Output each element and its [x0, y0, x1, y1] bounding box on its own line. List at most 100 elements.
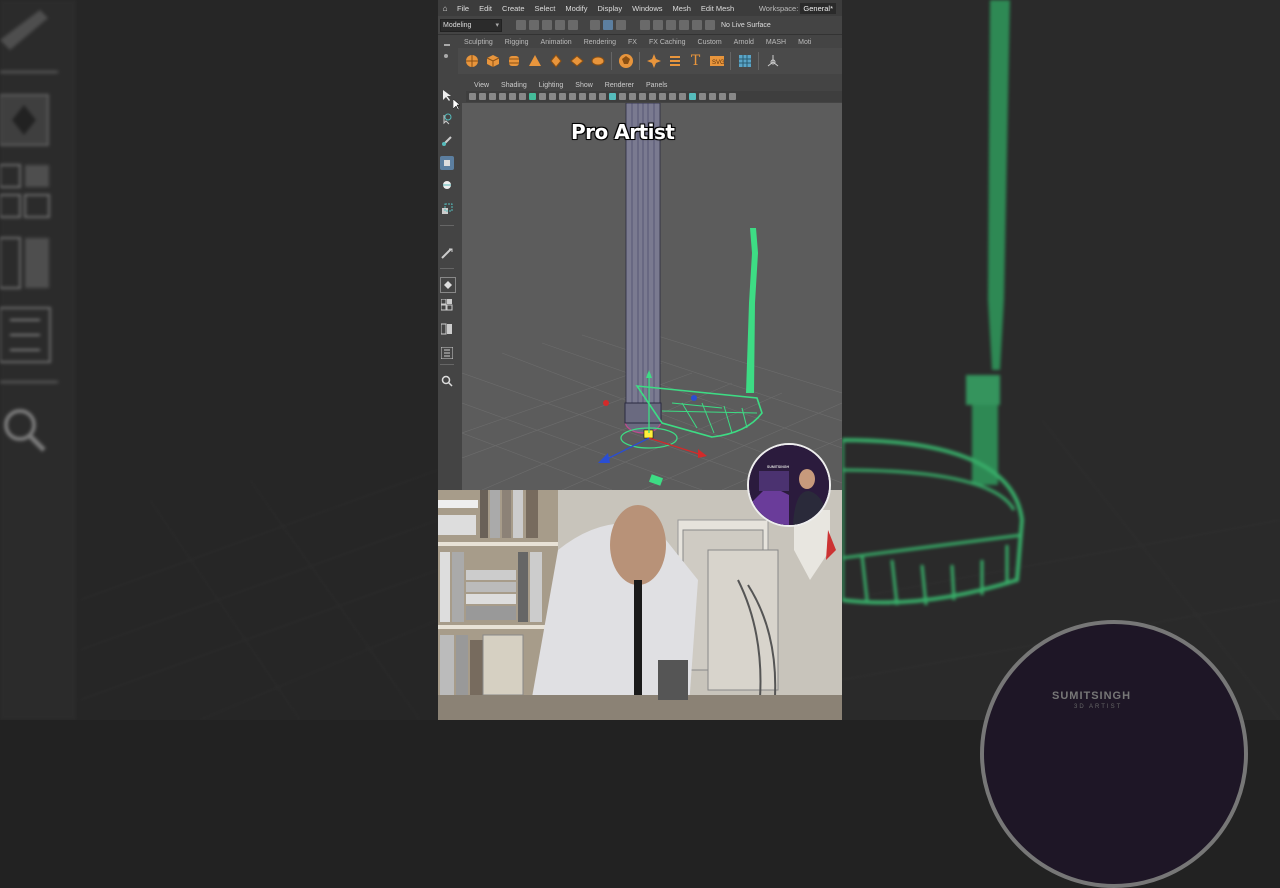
sweep-mesh-icon[interactable] — [667, 54, 682, 69]
open-scene-icon[interactable] — [529, 20, 539, 30]
image-plane-icon[interactable] — [499, 93, 506, 100]
panel-menu-renderer[interactable]: Renderer — [597, 82, 638, 89]
bevel-icon[interactable] — [765, 54, 780, 69]
super-shape-icon[interactable] — [646, 54, 661, 69]
lasso-tool-icon[interactable] — [440, 112, 454, 126]
tab-custom[interactable]: Custom — [692, 39, 728, 46]
panel-menu-lighting[interactable]: Lighting — [531, 82, 568, 89]
gate-mask-icon[interactable] — [559, 93, 566, 100]
undo-icon[interactable] — [555, 20, 565, 30]
menu-windows[interactable]: Windows — [627, 4, 667, 13]
snap-surface-icon[interactable] — [692, 20, 702, 30]
menu-file[interactable]: File — [452, 4, 474, 13]
motion-blur-icon[interactable] — [679, 93, 686, 100]
tab-rigging[interactable]: Rigging — [499, 39, 535, 46]
poly-cylinder-icon[interactable] — [506, 54, 521, 69]
select-object-icon[interactable] — [603, 20, 613, 30]
menu-create[interactable]: Create — [497, 4, 530, 13]
panel-menu-show[interactable]: Show — [567, 82, 597, 89]
tab-fx-caching[interactable]: FX Caching — [643, 39, 692, 46]
channel-avatar[interactable]: SUMITSINGH — [747, 443, 831, 527]
wireframe-icon[interactable] — [599, 93, 606, 100]
shadows-icon[interactable] — [659, 93, 666, 100]
workspace-value[interactable]: General* — [800, 2, 836, 14]
outliner-icon[interactable] — [440, 346, 454, 360]
camera-attr-icon[interactable] — [479, 93, 486, 100]
panel-menu-panels[interactable]: Panels — [638, 82, 671, 89]
xray-joints-icon[interactable] — [709, 93, 716, 100]
tab-arnold[interactable]: Arnold — [728, 39, 760, 46]
field-chart-icon[interactable] — [569, 93, 576, 100]
poly-torus-icon[interactable] — [548, 54, 563, 69]
workspace-selector[interactable]: Workspace: General* — [759, 2, 842, 14]
poly-sphere-icon[interactable] — [464, 54, 479, 69]
panel-menu-shading[interactable]: Shading — [493, 82, 531, 89]
resolution-gate-icon[interactable] — [549, 93, 556, 100]
shelf-settings-icon[interactable] — [444, 54, 448, 58]
gamma-icon[interactable] — [729, 93, 736, 100]
four-view-icon[interactable] — [440, 298, 454, 312]
live-surface-label[interactable]: No Live Surface — [721, 22, 771, 29]
film-gate-icon[interactable] — [539, 93, 546, 100]
isolate-select-icon[interactable] — [699, 93, 706, 100]
home-icon[interactable]: ⌂ — [438, 4, 452, 13]
select-hierarchy-icon[interactable] — [590, 20, 600, 30]
2d-pan-icon[interactable] — [509, 93, 516, 100]
safe-title-icon[interactable] — [589, 93, 596, 100]
magnet-icon[interactable] — [705, 20, 715, 30]
single-perspective-icon[interactable] — [440, 277, 456, 293]
menu-set-dropdown[interactable]: Modeling ▾ — [440, 18, 502, 32]
menu-modify[interactable]: Modify — [560, 4, 592, 13]
tab-sculpting[interactable]: Sculpting — [458, 39, 499, 46]
snap-point-icon[interactable] — [666, 20, 676, 30]
last-tool-icon[interactable] — [440, 246, 454, 260]
menu-edit[interactable]: Edit — [474, 4, 497, 13]
grid-layout-icon[interactable] — [737, 54, 752, 69]
rotate-tool-icon[interactable] — [440, 178, 454, 192]
lights-icon[interactable] — [649, 93, 656, 100]
poly-disc-icon[interactable] — [590, 54, 605, 69]
menu-edit-mesh[interactable]: Edit Mesh — [696, 4, 739, 13]
type-text-icon[interactable]: T — [688, 53, 703, 69]
new-scene-icon[interactable] — [516, 20, 526, 30]
tab-fx[interactable]: FX — [622, 39, 643, 46]
snap-curve-icon[interactable] — [653, 20, 663, 30]
poly-cube-icon[interactable] — [485, 54, 500, 69]
redo-icon[interactable] — [568, 20, 578, 30]
select-tool-icon[interactable] — [440, 88, 454, 102]
panel-menu-view[interactable]: View — [466, 82, 493, 89]
search-icon[interactable] — [440, 374, 454, 388]
select-component-icon[interactable] — [616, 20, 626, 30]
menu-mesh[interactable]: Mesh — [668, 4, 696, 13]
grease-pencil-icon[interactable] — [519, 93, 526, 100]
ambient-occlusion-icon[interactable] — [669, 93, 676, 100]
move-tool-icon[interactable] — [440, 156, 454, 170]
svg-icon[interactable]: SVG — [709, 54, 724, 69]
shelf-options[interactable] — [438, 36, 456, 76]
poly-plane-icon[interactable] — [569, 54, 584, 69]
poly-cone-icon[interactable] — [527, 54, 542, 69]
perspective-viewport[interactable] — [462, 103, 842, 490]
snap-grid-icon[interactable] — [640, 20, 650, 30]
paint-select-icon[interactable] — [440, 134, 454, 148]
snap-view-icon[interactable] — [679, 20, 689, 30]
textured-icon[interactable] — [639, 93, 646, 100]
tab-motion[interactable]: Moti — [792, 39, 817, 46]
persp-outliner-icon[interactable] — [440, 322, 454, 336]
tab-mash[interactable]: MASH — [760, 39, 792, 46]
menu-display[interactable]: Display — [593, 4, 628, 13]
exposure-icon[interactable] — [719, 93, 726, 100]
shelf-menu-icon[interactable] — [444, 44, 450, 46]
camera-icon[interactable] — [469, 93, 476, 100]
poly-soccer-icon[interactable] — [618, 54, 633, 69]
default-material-icon[interactable] — [619, 93, 626, 100]
save-scene-icon[interactable] — [542, 20, 552, 30]
smooth-shade-icon[interactable] — [609, 93, 616, 100]
tab-animation[interactable]: Animation — [535, 39, 578, 46]
wireframe-on-shaded-icon[interactable] — [629, 93, 636, 100]
bookmark-icon[interactable] — [489, 93, 496, 100]
scale-tool-icon[interactable] — [440, 202, 454, 216]
menu-select[interactable]: Select — [530, 4, 561, 13]
tab-rendering[interactable]: Rendering — [578, 39, 622, 46]
grid-toggle-icon[interactable] — [529, 93, 536, 100]
